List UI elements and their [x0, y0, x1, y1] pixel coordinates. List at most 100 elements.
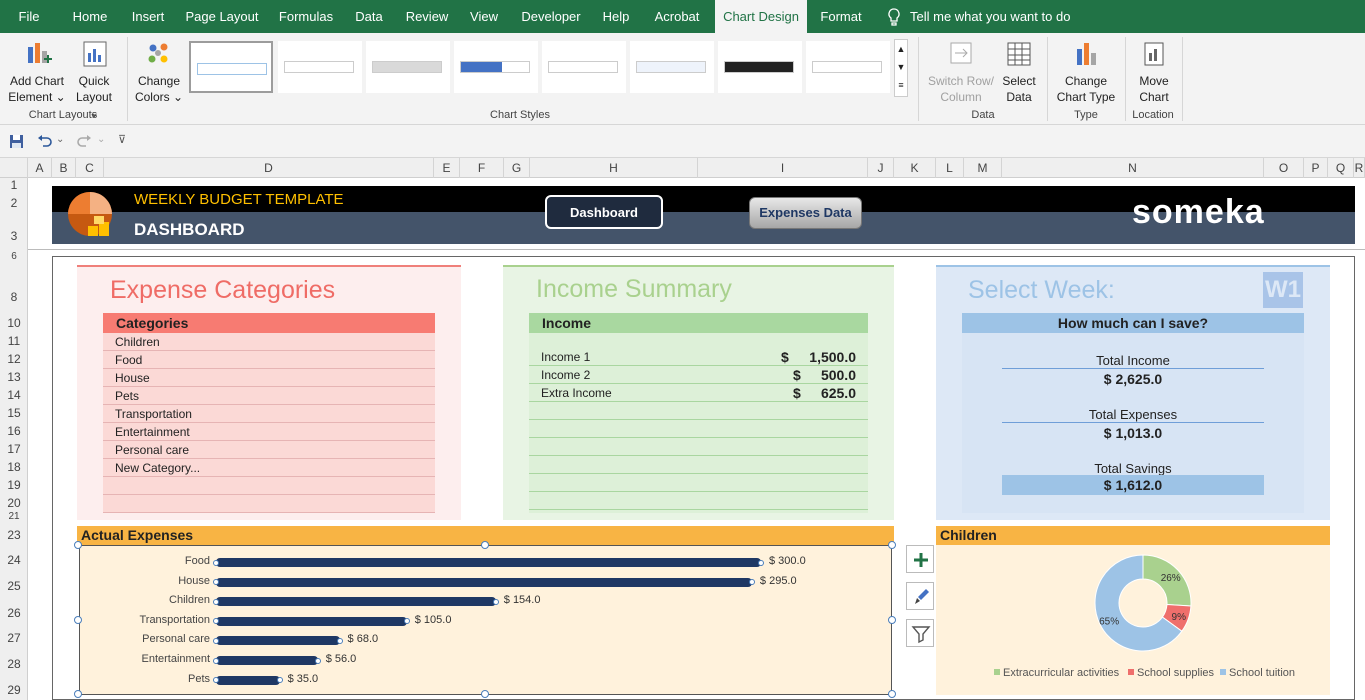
select-all-corner[interactable] [0, 158, 28, 178]
resize-handle[interactable] [74, 616, 82, 624]
chart-style-3[interactable] [366, 41, 450, 93]
change-chart-type-button[interactable]: Change Chart Type [1052, 39, 1120, 105]
save-icon[interactable] [9, 134, 24, 149]
tab-insert[interactable]: Insert [126, 0, 170, 33]
category-row[interactable]: House [103, 369, 435, 387]
redo-dropdown-icon[interactable]: ⌄ [97, 134, 105, 145]
category-row[interactable]: Food [103, 351, 435, 369]
week-selector[interactable]: W1 [1263, 272, 1303, 308]
column-header[interactable]: K [894, 158, 936, 178]
chart-style-2[interactable] [278, 41, 362, 93]
category-row[interactable]: Children [103, 333, 435, 351]
resize-handle[interactable] [888, 616, 896, 624]
tell-me-search[interactable]: Tell me what you want to do [910, 0, 1075, 33]
row-header[interactable]: 27 [0, 631, 28, 645]
column-header[interactable]: R [1354, 158, 1365, 178]
add-chart-element-button[interactable]: Add Chart Element ⌄ [6, 39, 68, 105]
chart-style-5[interactable] [542, 41, 626, 93]
column-header[interactable]: O [1264, 158, 1304, 178]
bar-selection-point[interactable] [492, 598, 499, 605]
expense-bar[interactable] [216, 636, 340, 646]
switch-row-column-button[interactable]: Switch Row/ Column [926, 39, 996, 105]
row-header[interactable]: 20 [0, 496, 28, 510]
tab-formulas[interactable]: Formulas [274, 0, 338, 33]
row-header[interactable]: 10 [0, 316, 28, 330]
income-row-empty[interactable] [529, 456, 868, 474]
chart-style-6[interactable] [630, 41, 714, 93]
tab-data[interactable]: Data [348, 0, 390, 33]
row-header[interactable]: 28 [0, 657, 28, 671]
category-row[interactable]: Personal care [103, 441, 435, 459]
bar-selection-point[interactable] [213, 598, 219, 605]
category-row[interactable]: New Category... [103, 459, 435, 477]
row-header[interactable]: 25 [0, 579, 28, 593]
tab-help[interactable]: Help [598, 0, 634, 33]
chart-styles-button[interactable] [906, 582, 934, 610]
chart-elements-button[interactable] [906, 545, 934, 573]
row-header[interactable]: 11 [0, 334, 28, 348]
expense-bar[interactable] [216, 675, 280, 685]
actual-expenses-chart[interactable]: Food $ 300.0 House $ 295.0 Children $ 154.0 Tr… [79, 545, 892, 695]
chart-style-8[interactable] [806, 41, 890, 93]
bar-selection-point[interactable] [336, 637, 343, 644]
row-header[interactable]: 19 [0, 478, 28, 492]
children-chart[interactable]: 26% 9% 65% Extracurricular activities School… [936, 545, 1330, 695]
bar-selection-point[interactable] [758, 559, 764, 566]
row-header[interactable]: 16 [0, 424, 28, 438]
tab-page-layout[interactable]: Page Layout [182, 0, 262, 33]
column-header[interactable]: I [698, 158, 868, 178]
row-header[interactable]: 17 [0, 442, 28, 456]
income-row[interactable]: Income 1 $1,500.0 [529, 348, 868, 366]
row-header[interactable]: 24 [0, 553, 28, 567]
dashboard-button[interactable]: Dashboard [545, 195, 663, 229]
expense-bar[interactable] [216, 558, 761, 567]
column-header[interactable]: E [434, 158, 460, 178]
chart-filters-button[interactable] [906, 619, 934, 647]
undo-icon[interactable] [37, 134, 53, 149]
row-header[interactable]: 26 [0, 606, 28, 620]
redo-icon[interactable] [76, 134, 92, 149]
tab-format[interactable]: Format [814, 0, 868, 33]
row-header[interactable]: 18 [0, 460, 28, 474]
chart-style-7[interactable] [718, 41, 802, 93]
row-header[interactable]: 6 [0, 251, 28, 262]
column-header[interactable]: C [76, 158, 104, 178]
income-row[interactable]: Extra Income $625.0 [529, 384, 868, 402]
tab-acrobat[interactable]: Acrobat [646, 0, 708, 33]
category-row[interactable]: Transportation [103, 405, 435, 423]
column-header[interactable]: Q [1328, 158, 1354, 178]
resize-handle[interactable] [888, 541, 896, 549]
row-header[interactable]: 3 [0, 229, 28, 243]
bar-selection-point[interactable] [213, 657, 219, 664]
bar-selection-point[interactable] [748, 579, 755, 586]
column-header[interactable]: B [52, 158, 76, 178]
column-header[interactable]: N [1002, 158, 1264, 178]
row-header[interactable]: 1 [0, 178, 28, 192]
column-header[interactable]: L [936, 158, 964, 178]
resize-handle[interactable] [888, 690, 896, 698]
column-header[interactable]: D [104, 158, 434, 178]
category-row[interactable] [103, 477, 435, 495]
tab-home[interactable]: Home [66, 0, 114, 33]
row-header[interactable]: 21 [0, 511, 28, 522]
select-data-button[interactable]: Select Data [998, 39, 1040, 105]
row-header[interactable]: 15 [0, 406, 28, 420]
move-chart-button[interactable]: Move Chart [1130, 39, 1178, 105]
income-row-empty[interactable] [529, 402, 868, 420]
row-header[interactable]: 8 [0, 290, 28, 304]
resize-handle[interactable] [74, 690, 82, 698]
row-header[interactable]: 29 [0, 683, 28, 697]
resize-handle[interactable] [481, 690, 489, 698]
column-header[interactable]: H [530, 158, 698, 178]
expense-bar[interactable] [216, 656, 318, 665]
bar-selection-point[interactable] [276, 677, 283, 684]
income-row-empty[interactable] [529, 474, 868, 492]
tab-file[interactable]: File [8, 0, 50, 33]
tab-view[interactable]: View [464, 0, 504, 33]
expense-bar[interactable] [216, 616, 407, 626]
income-row-empty[interactable] [529, 492, 868, 510]
column-header[interactable]: M [964, 158, 1002, 178]
bar-selection-point[interactable] [213, 637, 219, 644]
row-header[interactable]: 14 [0, 388, 28, 402]
gallery-scroll[interactable]: ▲ ▼ ≡ [894, 39, 908, 97]
